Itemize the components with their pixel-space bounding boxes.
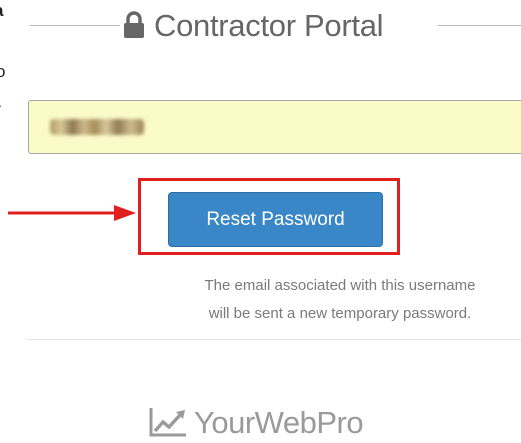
legend-line-left <box>30 25 120 26</box>
portal-legend: Contractor Portal <box>30 0 521 50</box>
redacted-username <box>50 119 144 135</box>
portal-title: Contractor Portal <box>154 7 384 43</box>
reset-help-text: The email associated with this username … <box>204 277 476 322</box>
brand-name: YourWebPro <box>194 404 364 440</box>
line-chart-icon <box>149 408 186 437</box>
reset-password-button[interactable]: Reset Password <box>168 192 383 247</box>
brand-logo: YourWebPro <box>148 402 364 442</box>
clipped-text-middle: o <box>0 62 6 81</box>
divider <box>26 339 521 340</box>
clipped-text-bottom: . <box>0 95 2 109</box>
arrow-annotation <box>8 205 136 221</box>
legend-title-group: Contractor Portal <box>122 5 384 45</box>
clipped-text-top: a <box>0 2 3 19</box>
legend-line-right <box>438 25 521 26</box>
lock-icon <box>124 11 144 38</box>
